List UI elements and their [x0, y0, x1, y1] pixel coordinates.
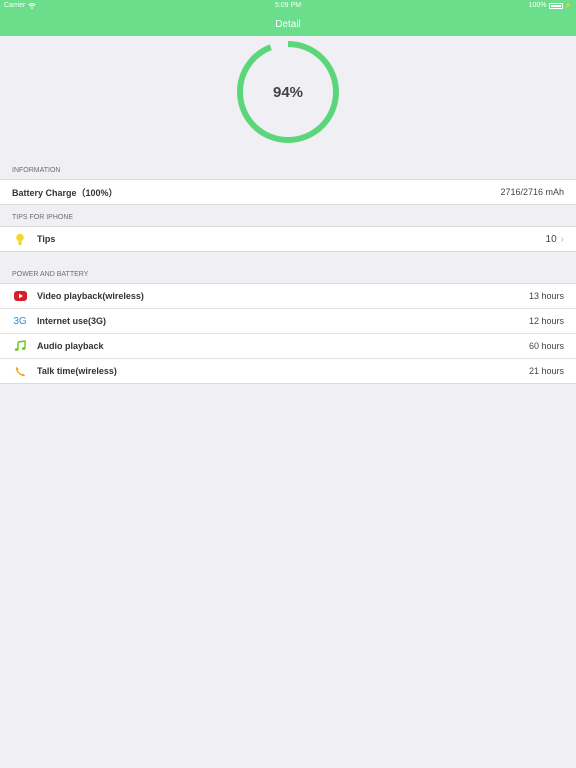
status-time: 5:09 PM: [274, 2, 302, 9]
status-bar: Carrier 5:09 PM 100% ⚡: [0, 0, 576, 13]
battery-gauge: 94%: [236, 40, 340, 144]
tips-label: Tips: [37, 234, 56, 244]
list-item-value: 13 hours: [528, 291, 564, 301]
section-header-information: INFORMATION: [12, 167, 61, 174]
list-item-talk-time: Talk time(wireless) 21 hours: [0, 358, 576, 383]
tips-count: 10: [545, 233, 557, 245]
lightbulb-icon: [12, 231, 28, 247]
phone-icon: [12, 363, 28, 379]
list-item-video-playback: Video playback(wireless) 13 hours: [0, 284, 576, 308]
battery-indicator: 100% ⚡: [529, 2, 572, 9]
list-item-label: Video playback(wireless): [37, 291, 144, 301]
page-title: Detail: [275, 19, 301, 30]
navigation-bar: Detail: [0, 13, 576, 36]
section-header-power: POWER AND BATTERY: [12, 271, 89, 278]
list-item-internet-use: 3G Internet use(3G) 12 hours: [0, 308, 576, 333]
list-item-label: Talk time(wireless): [37, 366, 117, 376]
music-note-icon: [12, 338, 28, 354]
list-item-value: 21 hours: [528, 366, 564, 376]
battery-charge-label: Battery Charge（100%）: [12, 187, 118, 198]
tips-row[interactable]: Tips 10 ›: [0, 227, 576, 251]
chevron-right-icon: ›: [560, 233, 564, 245]
list-item-label: Internet use(3G): [37, 316, 107, 326]
3g-icon: 3G: [13, 315, 27, 327]
list-item-value: 12 hours: [528, 316, 564, 326]
tips-group: Tips 10 ›: [0, 226, 576, 252]
charging-icon: ⚡: [564, 3, 572, 9]
tips-value-wrap: 10 ›: [546, 234, 564, 245]
power-group: Video playback(wireless) 13 hours 3G Int…: [0, 283, 576, 384]
list-item-value: 60 hours: [528, 341, 564, 351]
battery-icon: [548, 2, 563, 9]
video-play-icon: [12, 288, 28, 304]
section-header-tips: TIPS FOR IPHONE: [12, 214, 74, 221]
list-item-label: Audio playback: [37, 341, 104, 351]
information-group: Battery Charge（100%） 2716/2716 mAh: [0, 179, 576, 205]
battery-percent-label: 94%: [272, 83, 304, 101]
battery-charge-value: 2716/2716 mAh: [500, 187, 564, 197]
battery-charge-row: Battery Charge（100%） 2716/2716 mAh: [0, 180, 576, 204]
battery-percent: 100%: [528, 2, 547, 9]
list-item-audio-playback: Audio playback 60 hours: [0, 333, 576, 358]
